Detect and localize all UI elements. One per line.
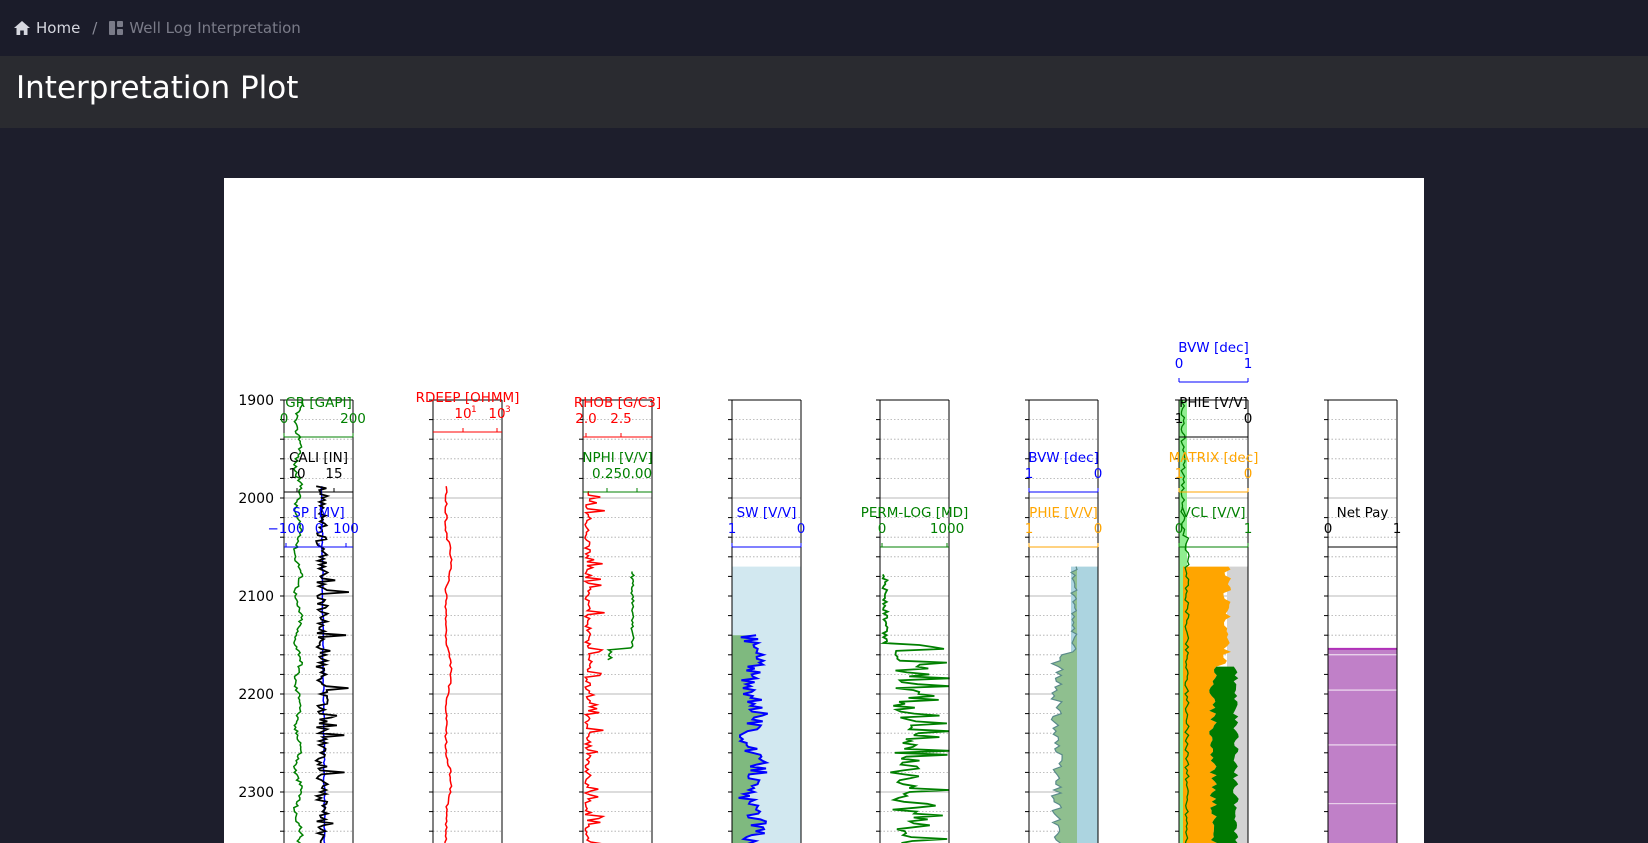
curve-header-label: PHIE [V/V] — [1029, 505, 1098, 521]
breadcrumb-separator: / — [92, 19, 98, 37]
curve-header-label: PHIE [V/V] — [1179, 395, 1248, 411]
depth-axis: 1900 2000 2100 2200 2300 — [238, 393, 274, 801]
curve-header-label: BVW [dec] — [1028, 450, 1099, 466]
scale-tick-label: 10 — [288, 466, 305, 482]
scale-tick-label: 0 — [1175, 356, 1184, 372]
scale-tick-label: 0 — [1244, 411, 1253, 427]
scale-tick-label: 10 — [488, 406, 505, 422]
breadcrumb-current-label: Well Log Interpretation — [129, 19, 301, 37]
top-navigation-bar: Home / Well Log Interpretation — [0, 0, 1648, 56]
depth-tick-label: 2200 — [238, 687, 274, 703]
page-header: Interpretation Plot — [0, 56, 1648, 128]
scale-tick-label: 0 — [1175, 521, 1184, 537]
scale-tick-label: 0.00 — [622, 466, 652, 482]
scale-tick-label: 10 — [454, 406, 471, 422]
log-plot-canvas: 19002000210022002300 GR [GAPI]0 200CALI [… — [238, 340, 1402, 843]
curve-header-label: GR [GAPI] — [285, 395, 352, 411]
page-title: Interpretation Plot — [16, 70, 299, 106]
depth-tick-label: 2300 — [238, 785, 274, 801]
curve-header-label: CALI [IN] — [289, 450, 348, 466]
scale-tick-label: 2.0 — [575, 411, 596, 427]
scale-tick-label: 1 — [1244, 521, 1253, 537]
curve-header-label: MATRIX [dec] — [1169, 450, 1259, 466]
fill-layer — [732, 400, 1397, 843]
scale-tick-label: 0 — [878, 521, 887, 537]
breadcrumb-home-label: Home — [36, 19, 81, 37]
curve-header-label: RDEEP [OHMM] — [416, 390, 520, 406]
cali-curve — [313, 485, 349, 843]
curve-header-label: BVW [dec] — [1178, 340, 1249, 356]
curve-header-label: SP [MV] — [292, 505, 344, 521]
scale-tick-label: 0 — [280, 411, 289, 427]
rhob-curve — [582, 490, 606, 843]
curve-header-label: RHOB [G/C3] — [574, 395, 661, 411]
scale-tick-label: 0 — [1324, 521, 1333, 537]
scale-tick-label: 1 — [1025, 521, 1034, 537]
scale-tick-label: 15 — [325, 466, 342, 482]
scale-tick-exponent: 1 — [471, 405, 477, 415]
scale-tick-label: 0 — [315, 521, 324, 537]
scale-tick-label: 1000 — [930, 521, 964, 537]
scale-tick-label: 0 — [797, 521, 806, 537]
scale-tick-label: 100 — [333, 521, 359, 537]
track-headers: GR [GAPI]0 200CALI [IN]10 15SP [MV]−100 0 10… — [267, 340, 1402, 548]
scale-tick-label: 0 — [1244, 466, 1253, 482]
curve-header-label: NPHI [V/V] — [582, 450, 652, 466]
scale-tick-label: 0.25 — [592, 466, 622, 482]
breadcrumb-home-link[interactable]: Home — [14, 19, 80, 37]
breadcrumb-current: Well Log Interpretation — [109, 19, 301, 37]
curve-header-label: VCL [V/V] — [1181, 505, 1245, 521]
scale-tick-label: 0 — [1094, 466, 1103, 482]
scale-tick-label: 1 — [1393, 521, 1402, 537]
breadcrumb: Home / Well Log Interpretation — [0, 19, 301, 37]
scale-tick-label: −100 — [267, 521, 304, 537]
scale-tick-label: 1 — [1244, 356, 1253, 372]
perm-curve — [880, 573, 950, 843]
scale-tick-label: 2.5 — [610, 411, 631, 427]
depth-tick-label: 2000 — [238, 491, 274, 507]
scale-tick-label: 1 — [728, 521, 737, 537]
scale-tick-label: 1 — [1025, 466, 1034, 482]
rdeep-curve — [444, 486, 453, 843]
curve-header-label: Net Pay — [1337, 505, 1389, 521]
depth-tick-label: 2100 — [238, 589, 274, 605]
depth-tick-label: 1900 — [238, 393, 274, 409]
dashboard-icon — [109, 21, 124, 35]
scale-tick-label: 1 — [1175, 411, 1184, 427]
scale-tick-label: 0 — [1094, 521, 1103, 537]
scale-tick-label: 1 — [1175, 466, 1184, 482]
home-icon — [14, 21, 30, 35]
curve-header-label: PERM-LOG [MD] — [861, 505, 969, 521]
net-pay-fill — [1328, 648, 1397, 843]
curve-header-label: SW [V/V] — [737, 505, 797, 521]
scale-tick-exponent: 3 — [505, 405, 511, 415]
scale-tick-label: 200 — [340, 411, 366, 427]
interpretation-plot: 1900 2000 2100 2200 2300 GR [GAPI] 0 200 CALI [… — [224, 178, 1424, 843]
